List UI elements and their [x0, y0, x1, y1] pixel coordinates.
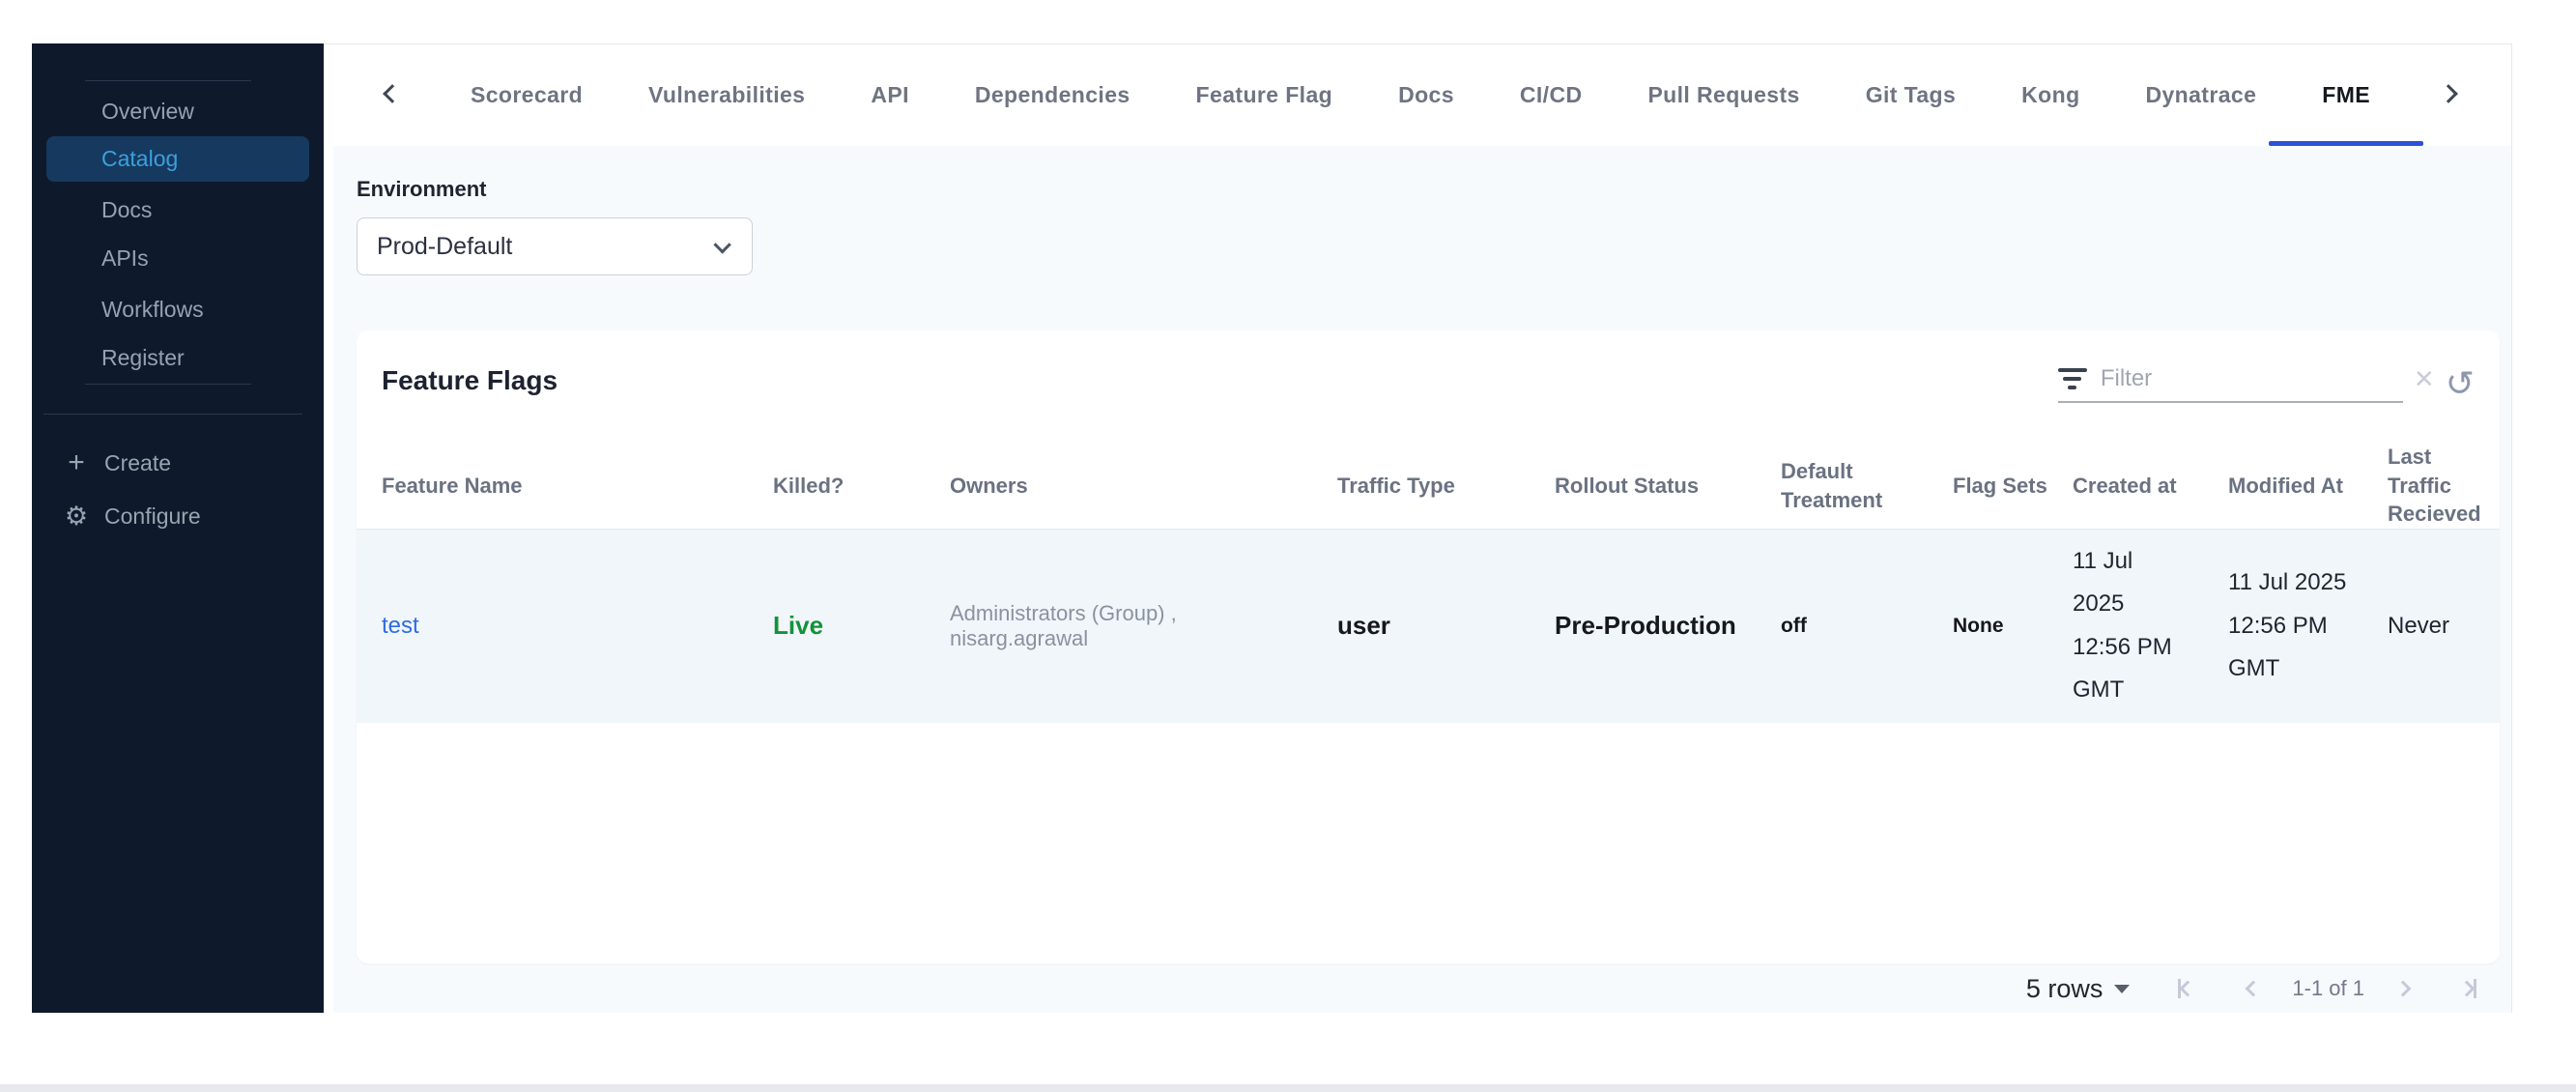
- last-traffic-recieved-cell: Never: [2388, 529, 2500, 723]
- chevron-down-icon: [713, 235, 731, 254]
- column-header-flag-sets: Flag Sets: [1953, 443, 2073, 531]
- page-range-label: 1-1 of 1: [2292, 976, 2364, 1000]
- sidebar-item-apis[interactable]: APIs: [101, 244, 149, 273]
- modified-at-cell: 11 Jul 2025 12:56 PM GMT: [2228, 529, 2388, 723]
- feature-flags-card: Feature Flags ✕ ↺: [357, 330, 2500, 963]
- tab-bar: Scorecard Vulnerabilities API Dependenci…: [324, 44, 2511, 146]
- sidebar-divider: [43, 414, 302, 415]
- column-header-traffic-type: Traffic Type: [1337, 443, 1555, 531]
- tab-git-tags[interactable]: Git Tags: [1866, 44, 1957, 146]
- sidebar-item-register[interactable]: Register: [101, 343, 185, 372]
- tab-api[interactable]: API: [871, 44, 909, 146]
- tabs-scroll-right-button[interactable]: [2436, 81, 2461, 109]
- sidebar-item-overview[interactable]: Overview: [101, 97, 194, 126]
- table-header-row: Feature Name Killed? Owners Traffic Type…: [357, 443, 2500, 531]
- gear-icon: ⚙: [64, 501, 89, 532]
- sidebar-configure-label: Configure: [104, 503, 201, 529]
- previous-page-button[interactable]: [2244, 979, 2263, 998]
- chevron-right-icon: [2394, 980, 2412, 997]
- tab-kong[interactable]: Kong: [2021, 44, 2079, 146]
- sidebar-item-docs[interactable]: Docs: [101, 195, 152, 224]
- environment-label: Environment: [357, 177, 487, 201]
- environment-selected-value: Prod-Default: [377, 232, 513, 260]
- feature-flags-table: Feature Name Killed? Owners Traffic Type…: [357, 443, 2500, 723]
- default-treatment-cell: off: [1781, 529, 1953, 723]
- traffic-type-cell: user: [1337, 529, 1555, 723]
- filter-icon: [2057, 368, 2087, 389]
- caret-down-icon: [2114, 984, 2131, 993]
- created-at-cell: 11 Jul 2025 12:56 PM GMT: [2073, 529, 2228, 723]
- tab-docs[interactable]: Docs: [1398, 44, 1454, 146]
- flag-sets-cell: None: [1953, 529, 2073, 723]
- column-header-feature-name: Feature Name: [357, 443, 773, 531]
- rows-per-page-value: 5 rows: [2025, 973, 2104, 1003]
- column-header-killed: Killed?: [773, 443, 950, 531]
- sidebar-divider: [85, 80, 251, 81]
- rows-per-page-select[interactable]: 5 rows: [2026, 974, 2131, 1004]
- tab-scorecard[interactable]: Scorecard: [471, 44, 583, 146]
- next-page-button[interactable]: [2393, 979, 2413, 998]
- column-header-default-treatment: Default Treatment: [1781, 443, 1953, 531]
- chevron-left-icon: [2245, 980, 2262, 997]
- column-header-modified-at: Modified At: [2228, 443, 2388, 531]
- chevron-right-icon: [2458, 980, 2476, 997]
- tab-feature-flag[interactable]: Feature Flag: [1196, 44, 1333, 146]
- chevron-left-icon: [2179, 980, 2196, 997]
- tab-dependencies[interactable]: Dependencies: [975, 44, 1131, 146]
- page-bottom-divider: [0, 1084, 2576, 1092]
- tab-vulnerabilities[interactable]: Vulnerabilities: [648, 44, 805, 146]
- tab-fme[interactable]: FME: [2322, 44, 2370, 146]
- chevron-left-icon: [383, 84, 402, 103]
- column-header-rollout-status: Rollout Status: [1555, 443, 1781, 531]
- tab-cicd[interactable]: CI/CD: [1520, 44, 1583, 146]
- main-content: Scorecard Vulnerabilities API Dependenci…: [324, 43, 2512, 1013]
- filter-input[interactable]: [2100, 365, 2400, 392]
- environment-select[interactable]: Prod-Default: [357, 217, 753, 275]
- last-page-button[interactable]: [2457, 975, 2480, 1002]
- sidebar-item-catalog[interactable]: Catalog: [46, 136, 309, 182]
- sidebar-item-workflows[interactable]: Workflows: [101, 295, 204, 324]
- owners-cell: Administrators (Group) , nisarg.agrawal: [950, 529, 1337, 723]
- content-body: Environment Prod-Default Feature Flags ✕…: [333, 146, 2511, 1013]
- clear-filter-icon[interactable]: ✕: [2414, 366, 2435, 391]
- chevron-right-icon: [2439, 84, 2458, 103]
- sidebar-configure-button[interactable]: ⚙ Configure: [64, 500, 201, 532]
- filter-box: ✕: [2057, 365, 2435, 403]
- sidebar-create-button[interactable]: + Create: [64, 446, 171, 479]
- tab-pull-requests[interactable]: Pull Requests: [1647, 44, 1799, 146]
- plus-icon: +: [68, 446, 85, 478]
- tabs-scroll-left-button[interactable]: [380, 81, 405, 109]
- card-title: Feature Flags: [382, 365, 558, 395]
- pagination: 5 rows 1-1 of 1: [357, 963, 2511, 1014]
- column-header-last-traffic-recieved: Last Traffic Recieved: [2388, 443, 2500, 531]
- tab-dynatrace[interactable]: Dynatrace: [2145, 44, 2256, 146]
- refresh-button[interactable]: ↺: [2446, 366, 2475, 402]
- feature-name-link[interactable]: test: [382, 613, 419, 639]
- killed-status: Live: [773, 611, 824, 641]
- column-header-owners: Owners: [950, 443, 1337, 531]
- rollout-status-cell: Pre-Production: [1555, 529, 1781, 723]
- column-header-created-at: Created at: [2073, 443, 2228, 531]
- first-page-button[interactable]: [2174, 975, 2197, 1002]
- sidebar-create-label: Create: [104, 449, 172, 475]
- sidebar: Overview Catalog Docs APIs Workflows Reg…: [32, 43, 324, 1013]
- sidebar-divider: [85, 384, 251, 385]
- table-row: test Live Administrators (Group) , nisar…: [357, 529, 2500, 723]
